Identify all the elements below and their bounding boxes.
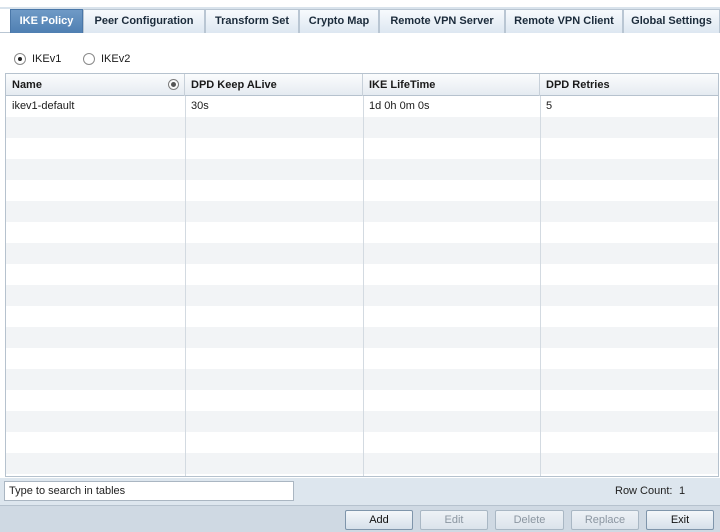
table-row-empty [6,117,718,138]
table-row-empty [6,390,718,411]
tab-global-settings[interactable]: Global Settings [623,9,720,33]
row-count-label: Row Count: [615,485,673,497]
column-header-name-label: Name [12,79,42,91]
column-divider [363,96,364,476]
table-cell: 5 [546,100,553,112]
table-footer: Row Count: 1 [0,478,720,505]
table-search-input[interactable] [4,481,294,501]
add-button[interactable]: Add [345,510,413,530]
table-body: ikev1-default 30s 1d 0h 0m 0s 5 [6,96,718,474]
column-header-dpd-keep-alive[interactable]: DPD Keep ALive [185,74,363,96]
table-row-empty [6,264,718,285]
tab-crypto-map[interactable]: Crypto Map [299,9,379,33]
edit-button[interactable]: Edit [420,510,488,530]
tab-remote-vpn-client[interactable]: Remote VPN Client [505,9,623,33]
table-header: Name DPD Keep ALive IKE LifeTime DPD Ret… [6,74,718,96]
table-row-empty [6,453,718,474]
action-button-bar: Add Edit Delete Replace Exit [0,505,720,532]
tab-bar: IKE Policy Peer Configuration Transform … [0,7,720,33]
table-row-empty [6,159,718,180]
column-header-dpd-retries[interactable]: DPD Retries [540,74,718,96]
table-row-empty [6,432,718,453]
table-row-empty [6,285,718,306]
tab-remote-vpn-server[interactable]: Remote VPN Server [379,9,505,33]
table-row-empty [6,180,718,201]
radio-ikev1-label: IKEv1 [32,53,62,65]
table-row[interactable]: ikev1-default 30s 1d 0h 0m 0s 5 [6,96,718,117]
table-cell: 30s [191,100,209,112]
replace-button[interactable]: Replace [571,510,639,530]
ike-policy-table: Name DPD Keep ALive IKE LifeTime DPD Ret… [5,73,719,477]
table-row-empty [6,369,718,390]
column-divider [185,96,186,476]
table-row-empty [6,243,718,264]
tab-transform-set[interactable]: Transform Set [205,9,299,33]
table-cell: 1d 0h 0m 0s [369,100,430,112]
table-row-empty [6,306,718,327]
table-row-empty [6,348,718,369]
table-row-empty [6,327,718,348]
column-header-ike-lifetime[interactable]: IKE LifeTime [363,74,540,96]
table-row-empty [6,222,718,243]
table-row-empty [6,201,718,222]
column-divider [540,96,541,476]
tab-peer-configuration[interactable]: Peer Configuration [83,9,205,33]
radio-unchecked-icon [83,53,95,65]
table-row-empty [6,411,718,432]
table-cell: ikev1-default [12,100,75,112]
column-sort-icon[interactable] [168,79,179,90]
column-header-name[interactable]: Name [6,74,185,96]
table-row-empty [6,138,718,159]
tab-ike-policy[interactable]: IKE Policy [10,9,83,33]
radio-checked-icon [14,53,26,65]
exit-button[interactable]: Exit [646,510,714,530]
delete-button[interactable]: Delete [495,510,564,530]
radio-ikev2-label: IKEv2 [101,53,131,65]
row-count-value: 1 [679,485,686,497]
